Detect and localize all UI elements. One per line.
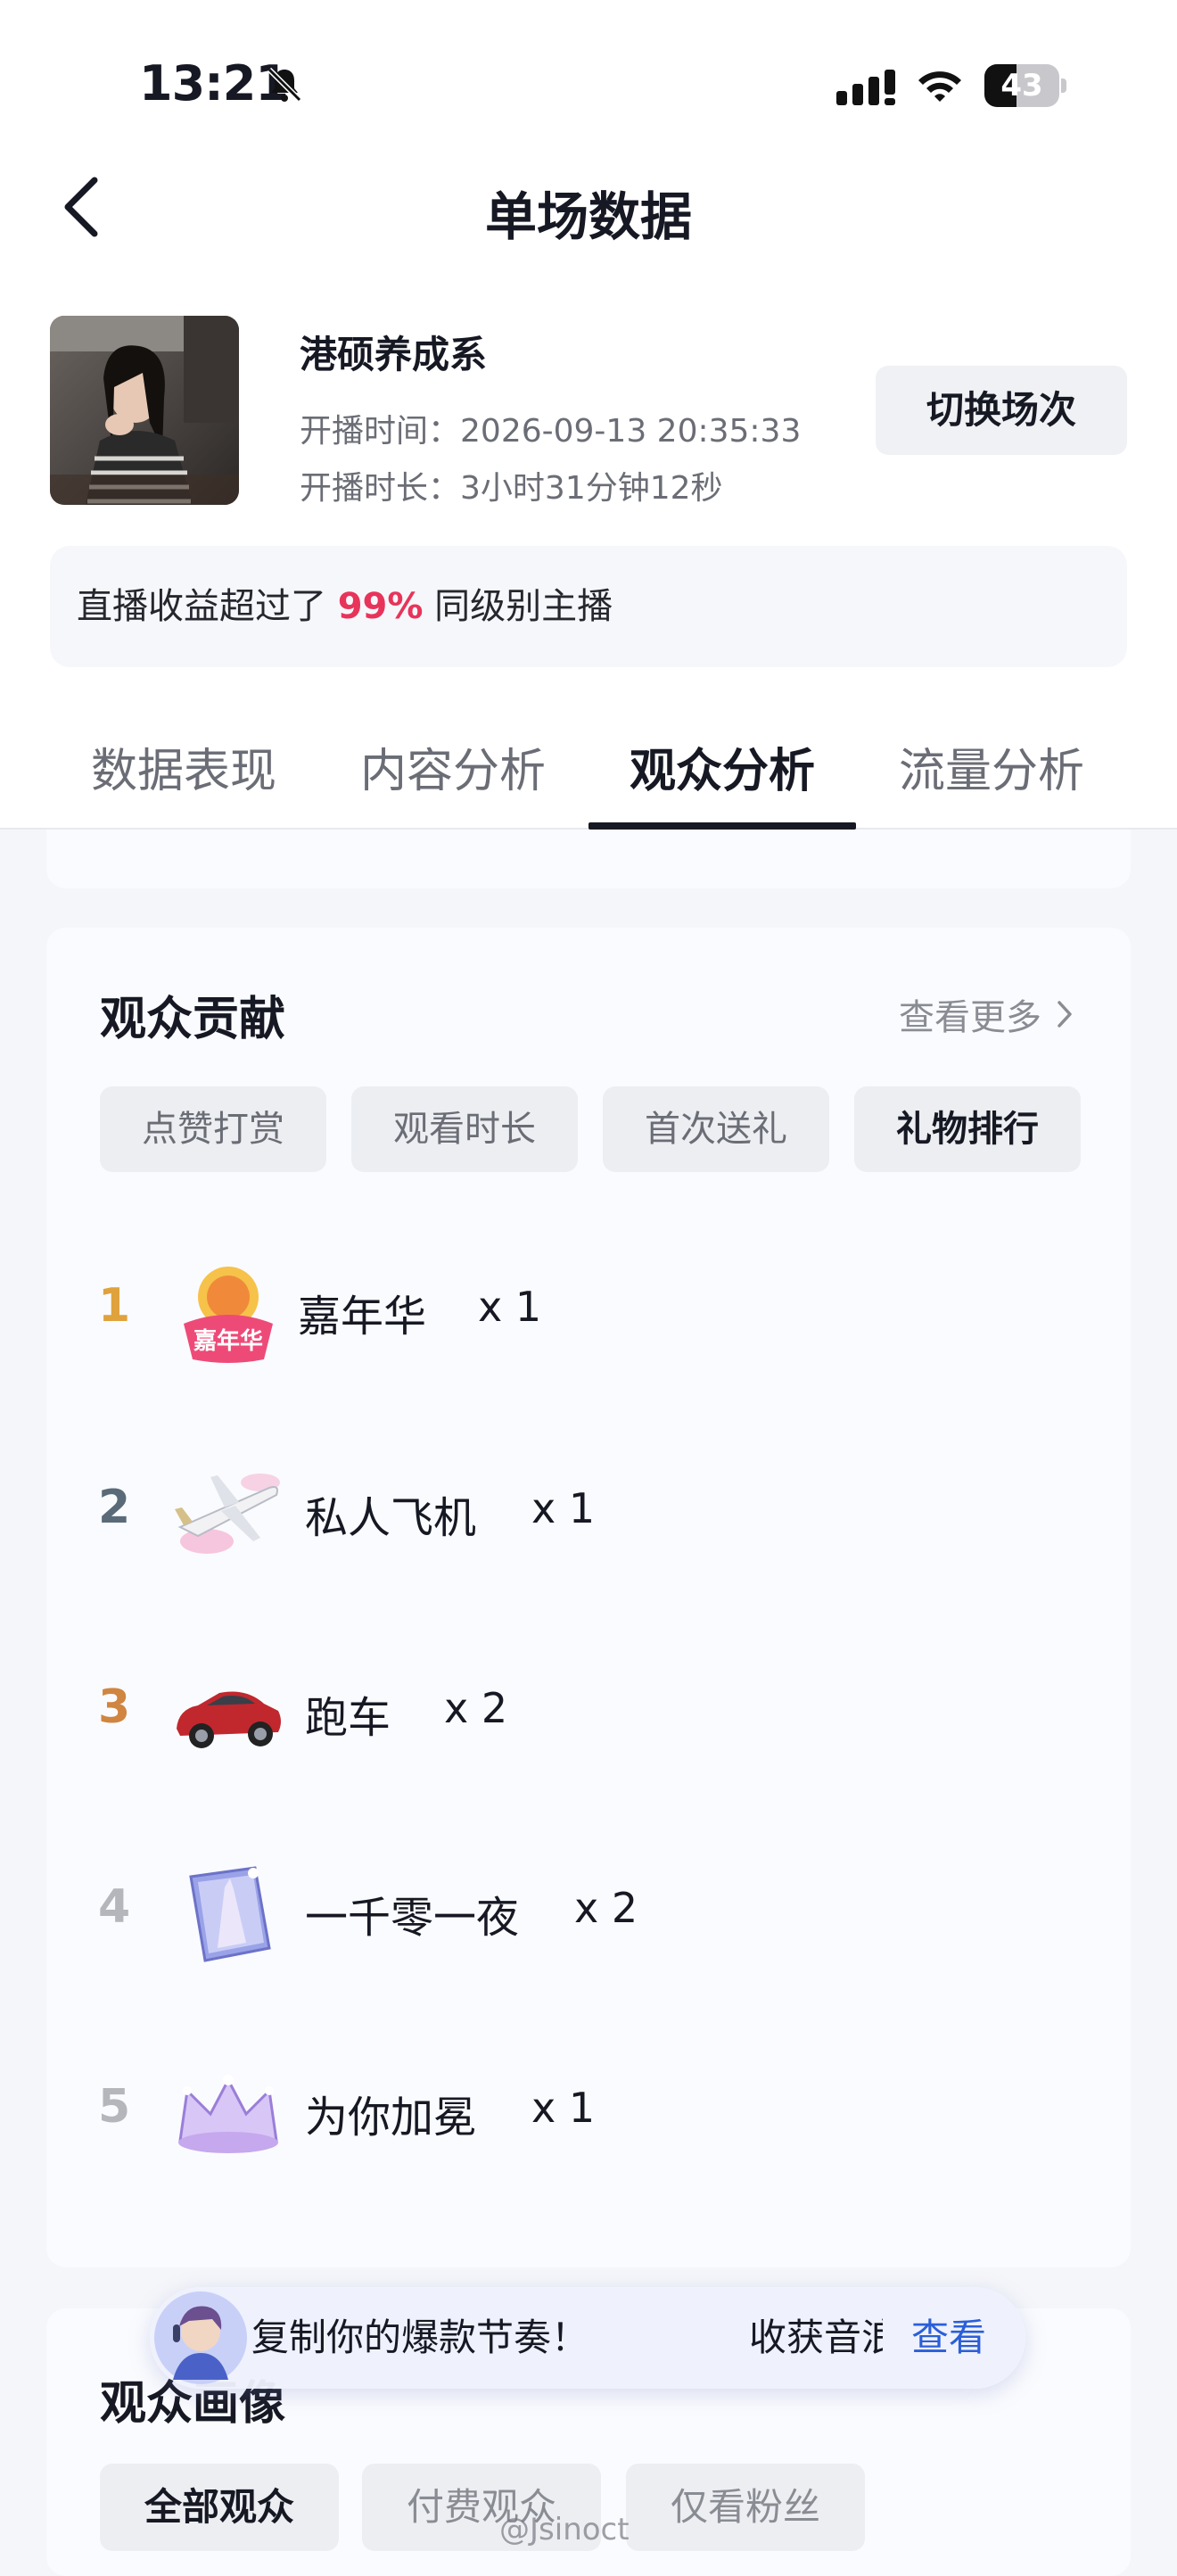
start-time-row: 开播时间：2026-09-13 20:35:33 (300, 405, 801, 451)
chip-likes-gifts[interactable]: 点赞打赏 (100, 1086, 326, 1172)
gift-count: x 2 (574, 1884, 638, 1932)
carnival-gift-icon: 嘉年华 (184, 1267, 273, 1363)
switch-session-button[interactable]: 切换场次 (876, 366, 1127, 455)
tab-audience-analysis[interactable]: 观众分析 (630, 733, 815, 800)
duration-label: 开播时长： (300, 470, 461, 507)
start-time-label: 开播时间： (300, 413, 461, 450)
svg-text:嘉年华: 嘉年华 (193, 1327, 263, 1355)
chip-first-gift[interactable]: 首次送礼 (603, 1086, 829, 1172)
duration-value: 3小时31分钟12秒 (460, 470, 723, 507)
assistant-avatar-icon (154, 2291, 247, 2384)
gift-row: 4 一千零一夜 x 2 (0, 1843, 1177, 1986)
gift-rank: 5 (98, 2080, 131, 2134)
promo-subtext: 收获音浪 (749, 2316, 883, 2359)
previous-card (46, 830, 1131, 888)
watermark: @Jsinoct (499, 2512, 630, 2547)
tab-data-performance[interactable]: 数据表现 (91, 733, 276, 800)
promo-view-link[interactable]: 查看 (911, 2287, 986, 2389)
sports-car-gift-icon (177, 1691, 281, 1748)
gift-count: x 1 (531, 1484, 596, 1532)
start-time-value: 2026-09-13 20:35:33 (460, 413, 802, 450)
see-more-link[interactable]: 查看更多 (899, 988, 1041, 1040)
chevron-right-icon[interactable] (1056, 999, 1074, 1029)
chip-gift-ranking[interactable]: 礼物排行 (854, 1086, 1081, 1172)
wifi-icon (918, 71, 961, 102)
contribution-title: 观众贡献 (100, 993, 286, 1046)
gift-count: x 1 (531, 2084, 596, 2132)
chip-fans-only[interactable]: 仅看粉丝 (626, 2464, 865, 2551)
chip-watch-time[interactable]: 观看时长 (351, 1086, 578, 1172)
gift-rank: 3 (98, 1680, 131, 1734)
gift-rank: 2 (98, 1481, 131, 1534)
gift-name: 嘉年华 (298, 1292, 427, 1342)
gift-name: 跑车 (305, 1693, 391, 1743)
earnings-rank-banner: 直播收益超过了 99% 同级别主播 (50, 546, 1127, 667)
gift-row: 1 嘉年华 嘉年华 x 1 (0, 1243, 1177, 1386)
gift-name: 一千零一夜 (305, 1893, 520, 1943)
battery-indicator: 43 (984, 64, 1066, 107)
streamer-avatar (50, 316, 239, 505)
battery-percent: 43 (1000, 68, 1043, 103)
tab-traffic-analysis[interactable]: 流量分析 (899, 733, 1084, 800)
private-jet-gift-icon (175, 1474, 280, 1554)
rank-suffix: 同级别主播 (423, 586, 613, 627)
streamer-name: 港硕养成系 (300, 333, 488, 376)
duration-row: 开播时长：3小时31分钟12秒 (300, 462, 723, 508)
crown-gift-icon (178, 2075, 278, 2153)
gift-count: x 2 (444, 1684, 508, 1732)
promo-text: 复制你的爆款节奏！ (251, 2316, 589, 2359)
silent-bell-icon (267, 67, 302, 103)
rank-percent: 99% (337, 586, 424, 627)
gift-row: 5 为你加冕 x 1 (0, 2043, 1177, 2185)
gift-count: x 1 (478, 1283, 542, 1331)
promo-banner[interactable]: 复制你的爆款节奏！ 收获音浪 查看 (150, 2287, 1025, 2389)
gift-row: 2 私人飞机 x 1 (0, 1443, 1177, 1586)
cellular-signal-icon (836, 70, 895, 105)
tab-content-analysis[interactable]: 内容分析 (360, 733, 546, 800)
gift-name: 私人飞机 (305, 1493, 477, 1543)
gift-row: 3 跑车 x 2 (0, 1643, 1177, 1786)
page-title: 单场数据 (484, 186, 692, 247)
rank-prefix: 直播收益超过了 (77, 586, 338, 627)
gift-rank: 1 (98, 1279, 131, 1333)
active-tab-indicator (588, 822, 856, 830)
gift-name: 为你加冕 (305, 2093, 477, 2143)
arabian-nights-gift-icon (189, 1866, 271, 1962)
gift-rank: 4 (98, 1880, 131, 1934)
chip-all-audience[interactable]: 全部观众 (100, 2464, 339, 2551)
